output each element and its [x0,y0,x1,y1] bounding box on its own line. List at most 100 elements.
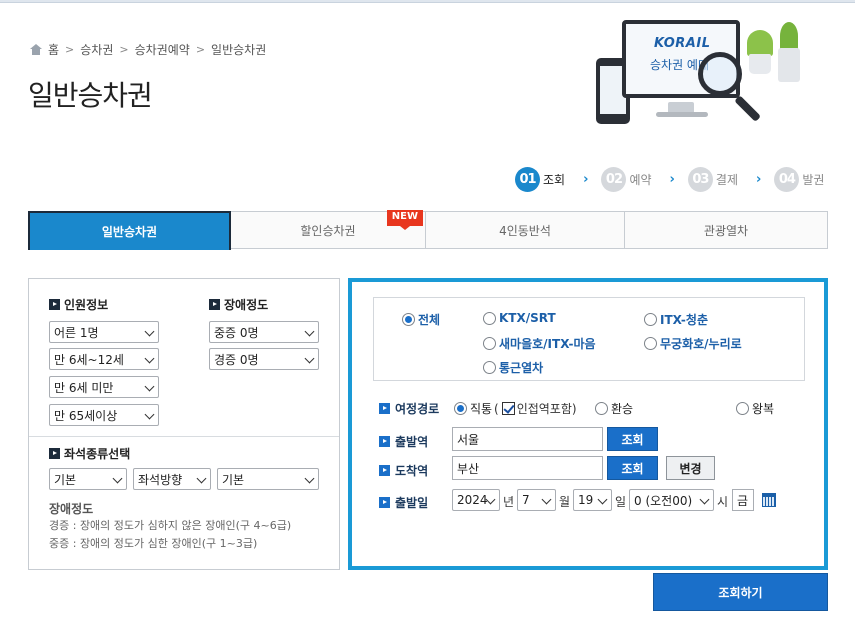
radio-itx-cheongchun[interactable]: ITX-청춘 [644,311,708,328]
progress-steps: 01 조회 › 02 예약 › 03 결제 › 04 발권 [515,167,829,192]
page-title: 일반승차권 [28,79,153,112]
senior-count-select[interactable]: 만 65세이상 [49,404,159,426]
day-select[interactable]: 19 [573,489,612,511]
disability-section-title: 장애정도 [209,296,268,313]
radio-label: 환승 [611,402,634,416]
select-value: 중증 0명 [214,325,259,340]
section-title-text: 좌석종류선택 [64,447,131,461]
radio-label: 전체 [418,313,441,327]
severe-disability-select[interactable]: 중증 0명 [209,321,319,343]
breadcrumb-home[interactable]: 홈 [48,41,59,58]
infant-count-select[interactable]: 만 6세 미만 [49,376,159,398]
checkbox-label: 인접역포함) [516,402,577,416]
home-icon [30,44,42,55]
step-label: 발권 [802,173,825,187]
radio-transfer[interactable]: 환승 [595,400,633,417]
year-select[interactable]: 2024 [452,489,500,511]
step-label: 결제 [715,173,738,187]
label-text: 출발일 [395,496,429,510]
arrival-search-button[interactable]: 조회 [607,456,658,480]
chevron-right-icon: › [756,172,762,187]
chevron-down-icon [597,494,608,505]
adult-count-select[interactable]: 어른 1명 [49,321,159,343]
tab-general-ticket[interactable]: 일반승차권 [28,211,231,250]
divider [29,436,339,437]
seat-option-select[interactable]: 기본 [217,468,319,490]
breadcrumb-ticket[interactable]: 승차권 [80,41,113,58]
bullet-arrow-icon [49,448,60,459]
departure-search-button[interactable]: 조회 [607,427,658,451]
step-label: 예약 [629,173,652,187]
chevron-down-icon [541,494,552,505]
select-value: 0 (오전00) [634,493,693,508]
weekday-field: 금 [732,489,754,511]
step-number: 04 [774,167,800,192]
radio-all-trains[interactable]: 전체 [402,311,440,328]
select-value: 2024 [457,493,488,507]
nearby-station-checkbox[interactable]: ( 인접역포함) [494,400,577,417]
departure-station-input[interactable]: 서울 [452,427,603,451]
swap-stations-button[interactable]: 변경 [666,456,715,480]
radio-direct[interactable]: 직통 [454,400,492,417]
chevron-down-icon [304,353,315,364]
tab-group-seat[interactable]: 4인동반석 [426,211,625,249]
bullet-arrow-icon [379,436,390,447]
radio-round-trip[interactable]: 왕복 [736,400,774,417]
select-value: 경증 0명 [214,352,259,367]
step-reserve: 02 예약 [601,167,652,192]
chevron-down-icon [699,494,710,505]
hour-unit: 시 [717,495,729,509]
radio-ktx-srt[interactable]: KTX/SRT [483,311,556,325]
ticket-type-tabs: 일반승차권 할인승차권 NEW 4인동반석 관광열차 [28,210,828,250]
chevron-down-icon [144,353,155,364]
select-value: 19 [578,493,594,507]
radio-circle [483,311,496,325]
seat-direction-select[interactable]: 좌석방향 [133,468,211,490]
chevron-down-icon [196,473,207,484]
select-value: 만 6세 미만 [54,380,114,395]
chevron-down-icon [304,473,315,484]
radio-circle [644,313,657,326]
arrival-label: 도착역 [379,462,428,479]
calendar-icon[interactable] [762,493,776,507]
select-value: 7 [522,493,530,507]
radio-circle [454,402,467,415]
plant-illustration [778,22,800,82]
magnifier-handle [734,95,762,123]
seat-type-select[interactable]: 기본 [49,468,127,490]
seat-section-title: 좌석종류선택 [49,445,130,462]
child-count-select[interactable]: 만 6세~12세 [49,348,159,370]
breadcrumb-reservation[interactable]: 승차권예약 [135,41,190,58]
chevron-down-icon [112,473,123,484]
magnifier-icon [698,52,742,96]
chevron-right-icon: › [583,172,589,187]
radio-saemaeul[interactable]: 새마을호/ITX-마음 [483,335,596,352]
tab-tour-train[interactable]: 관광열차 [625,211,828,249]
hour-select[interactable]: 0 (오전00) [629,489,714,511]
month-unit: 월 [559,495,571,509]
date-label: 출발일 [379,494,428,511]
search-button[interactable]: 조회하기 [653,573,828,611]
select-value: 기본 [222,472,245,487]
select-value: 기본 [54,472,77,487]
label-text: 여정경로 [395,402,440,416]
note-title: 장애정도 [49,502,94,516]
chevron-down-icon [144,381,155,392]
radio-circle [736,402,749,415]
chevron-right-icon: > [119,43,129,56]
note-severe: 중증 : 장애의 정도가 심한 장애인(구 1~3급) [49,537,258,550]
bullet-arrow-icon [379,403,390,414]
new-badge: NEW [386,210,423,230]
month-select[interactable]: 7 [517,489,556,511]
mild-disability-select[interactable]: 경증 0명 [209,348,319,370]
bullet-arrow-icon [49,299,60,310]
radio-label: KTX/SRT [499,311,556,325]
radio-mugunghwa[interactable]: 무궁화호/누리로 [644,335,742,352]
radio-commuter[interactable]: 통근열차 [483,359,543,376]
chevron-down-icon [144,409,155,420]
tab-discount-ticket[interactable]: 할인승차권 NEW [231,210,426,249]
arrival-station-input[interactable]: 부산 [452,456,603,480]
korail-logo: KORAIL [654,36,711,51]
select-value: 어른 1명 [54,325,99,340]
top-border [0,0,855,3]
